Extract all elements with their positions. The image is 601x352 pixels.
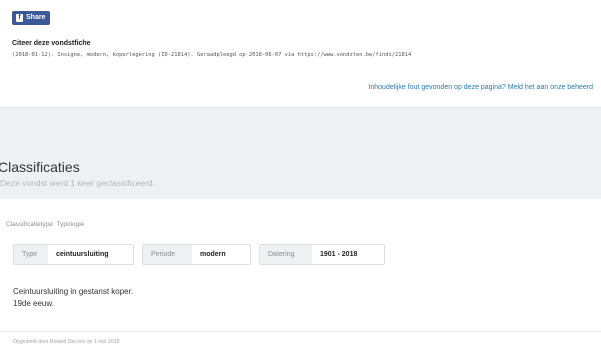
- description-line: 19de eeuw.: [13, 299, 54, 308]
- classifications-header: Classificaties Deze vondst werd 1 keer g…: [0, 107, 601, 200]
- tag-key: Type: [14, 245, 48, 264]
- facebook-icon: f: [16, 14, 23, 22]
- classification-panel: Classificatietype: Typologie Type ceintu…: [0, 199, 601, 352]
- tag-key: Datering: [260, 245, 312, 264]
- tag-value: ceintuursluiting: [48, 245, 133, 264]
- tag-period: Periode modern: [142, 244, 251, 265]
- tag-key: Periode: [143, 245, 192, 264]
- citation-text: (2018-01-12). Insigne, modern, koperlege…: [12, 52, 412, 58]
- tag-value: 1901 - 2018: [312, 245, 384, 264]
- classification-description: Ceintuursluiting in gestanst koper. 19de…: [13, 286, 133, 310]
- share-label: Share: [26, 14, 46, 21]
- author-note: Opgesteld door Roland Decock op 1 mei 20…: [13, 339, 120, 345]
- tag-type: Type ceintuursluiting: [13, 244, 134, 265]
- facebook-share-button[interactable]: f Share: [12, 11, 50, 25]
- classification-type-caption: Classificatietype: Typologie: [6, 221, 85, 228]
- section-title: Classificaties: [0, 159, 80, 175]
- classification-tags: Type ceintuursluiting Periode modern Dat…: [13, 244, 385, 265]
- tag-dating: Datering 1901 - 2018: [259, 244, 385, 265]
- tag-value: modern: [192, 245, 250, 264]
- report-error-link[interactable]: Inhoudelijke fout gevonden op deze pagin…: [368, 84, 593, 91]
- citation-section: f Share Citeer deze vondstfiche (2018-01…: [0, 0, 601, 106]
- citation-title: Citeer deze vondstfiche: [12, 40, 91, 47]
- section-subtitle: Deze vondst werd 1 keer geclassificeerd.: [0, 178, 155, 188]
- description-line: Ceintuursluiting in gestanst koper.: [13, 287, 134, 296]
- divider: [0, 331, 601, 332]
